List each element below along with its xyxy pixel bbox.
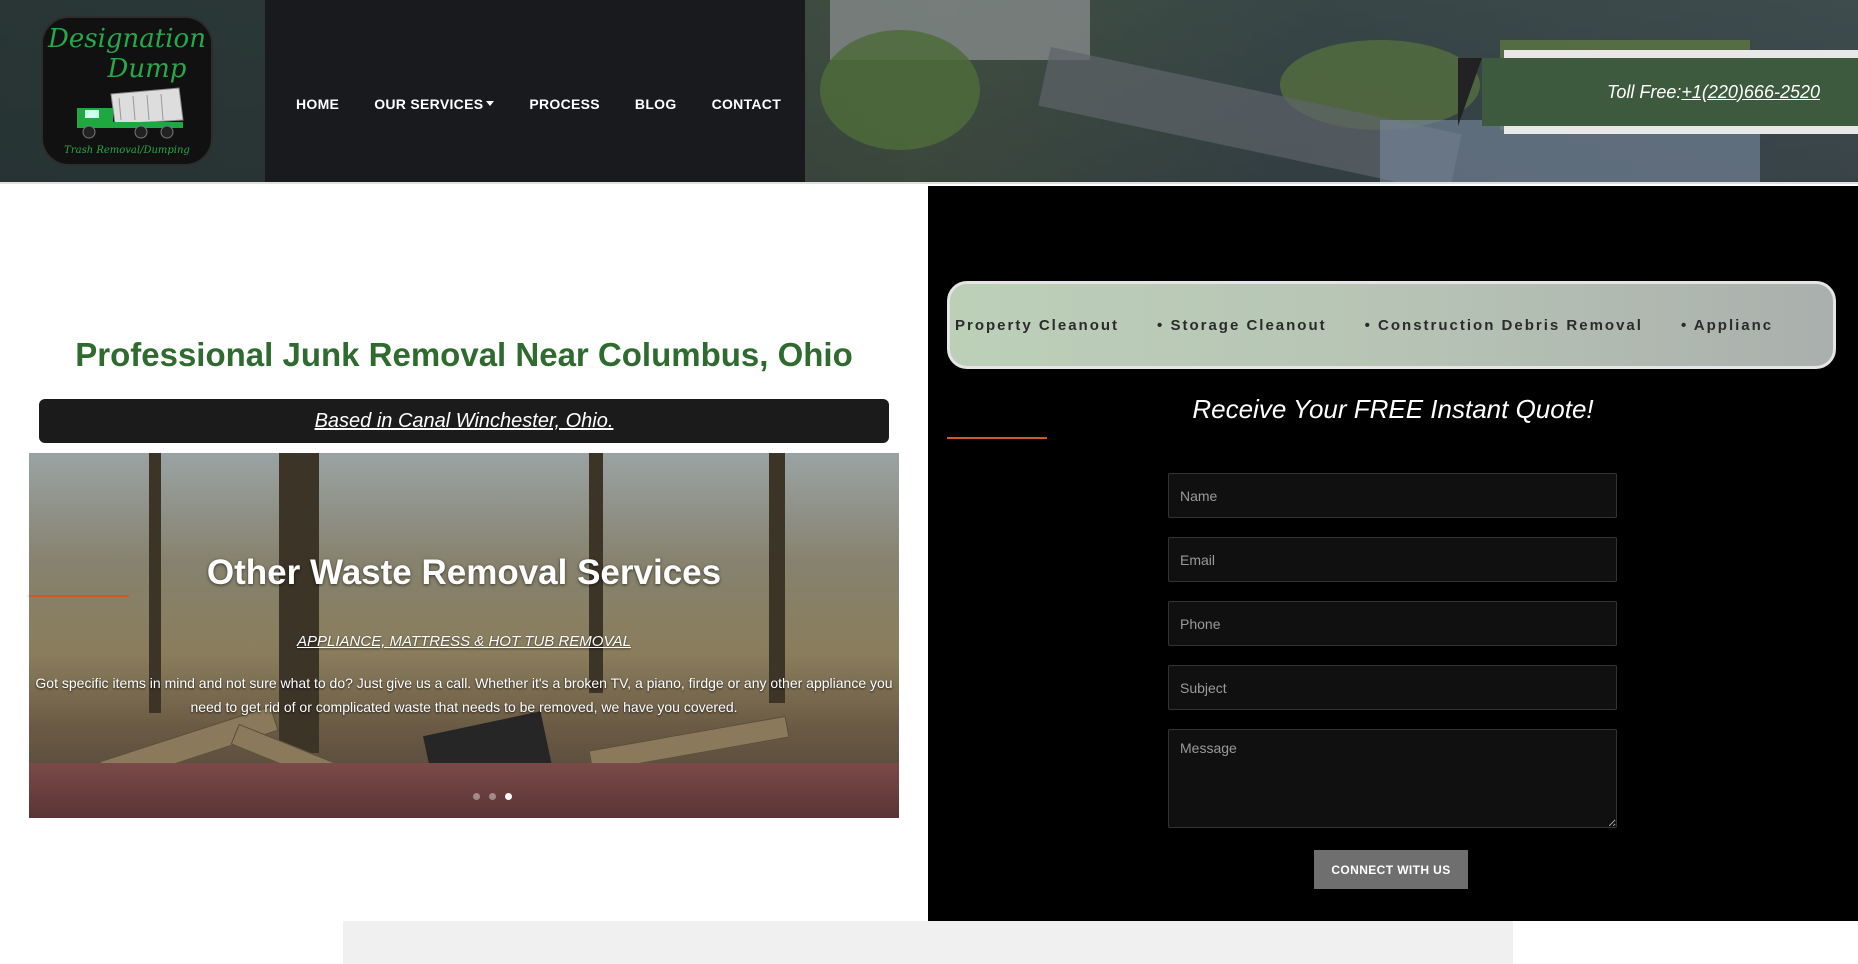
banner-notch: [1458, 58, 1482, 126]
slider-dot-2[interactable]: [489, 793, 496, 800]
nav-contact[interactable]: CONTACT: [712, 96, 782, 112]
logo-area: Designation Dump Trash Removal/Dumping: [0, 0, 265, 182]
message-field[interactable]: [1168, 729, 1617, 828]
connect-button[interactable]: CONNECT WITH US: [1314, 850, 1468, 889]
services-ticker: Property Cleanout • Storage Cleanout • C…: [947, 281, 1836, 369]
logo-tagline: Trash Removal/Dumping: [64, 145, 190, 156]
slide-accent-line: [29, 595, 129, 597]
location-link[interactable]: Based in Canal Winchester, Ohio.: [315, 410, 614, 432]
nav-panel: [265, 0, 805, 182]
bottom-section-strip: [343, 921, 1513, 964]
slider-dot-1[interactable]: [473, 793, 480, 800]
site-header: Designation Dump Trash Removal/Dumping H…: [0, 0, 1858, 184]
toll-free-label: Toll Free:: [1607, 81, 1682, 102]
ticker-item: Property Cleanout: [955, 316, 1120, 334]
site-logo[interactable]: Designation Dump Trash Removal/Dumping: [41, 16, 213, 166]
nav-home[interactable]: HOME: [296, 96, 339, 112]
slide-title: Other Waste Removal Services: [206, 553, 722, 592]
banner-stripe-bottom: [1504, 126, 1858, 134]
nav-our-services-label: OUR SERVICES: [374, 96, 484, 112]
logo-text-line1: Designation: [48, 24, 206, 54]
toll-free-phone-link[interactable]: +1(220)666-2520: [1681, 82, 1820, 103]
ticker-items: Property Cleanout • Storage Cleanout • C…: [955, 284, 1811, 366]
subject-field[interactable]: [1168, 665, 1617, 710]
toll-free-banner: Toll Free: +1(220)666-2520: [1458, 50, 1858, 134]
main-nav: HOME OUR SERVICES PROCESS BLOG CONTACT: [296, 96, 781, 112]
dump-truck-icon: [77, 87, 184, 139]
ticker-item: • Construction Debris Removal: [1364, 316, 1643, 334]
banner-stripe-top: [1504, 50, 1858, 58]
quote-accent-line: [947, 437, 1047, 439]
ticker-item: • Storage Cleanout: [1157, 316, 1327, 334]
slider-dots: [473, 793, 512, 800]
header-divider: [0, 182, 1858, 184]
location-banner: Based in Canal Winchester, Ohio.: [39, 399, 889, 443]
nav-our-services[interactable]: OUR SERVICES: [374, 96, 495, 112]
slider-dot-3[interactable]: [505, 793, 512, 800]
quote-title: Receive Your FREE Instant Quote!: [1192, 394, 1594, 424]
slide-body-text: Got specific items in mind and not sure …: [35, 675, 893, 715]
name-field[interactable]: [1168, 473, 1617, 518]
nav-blog[interactable]: BLOG: [635, 96, 677, 112]
email-field[interactable]: [1168, 537, 1617, 582]
phone-field[interactable]: [1168, 601, 1617, 646]
quote-panel: Property Cleanout • Storage Cleanout • C…: [928, 186, 1858, 921]
nav-process[interactable]: PROCESS: [529, 96, 600, 112]
services-slider[interactable]: Other Waste Removal Services APPLIANCE, …: [29, 453, 899, 818]
chevron-down-icon: [486, 101, 495, 106]
toll-free-box: Toll Free: +1(220)666-2520: [1482, 58, 1858, 126]
slide-subtitle-link[interactable]: APPLIANCE, MATTRESS & HOT TUB REMOVAL: [29, 633, 899, 650]
logo-text-line2: Dump: [107, 54, 187, 84]
ticker-item: • Applianc: [1680, 316, 1774, 334]
page-heading: Professional Junk Removal Near Columbus,…: [75, 336, 853, 373]
